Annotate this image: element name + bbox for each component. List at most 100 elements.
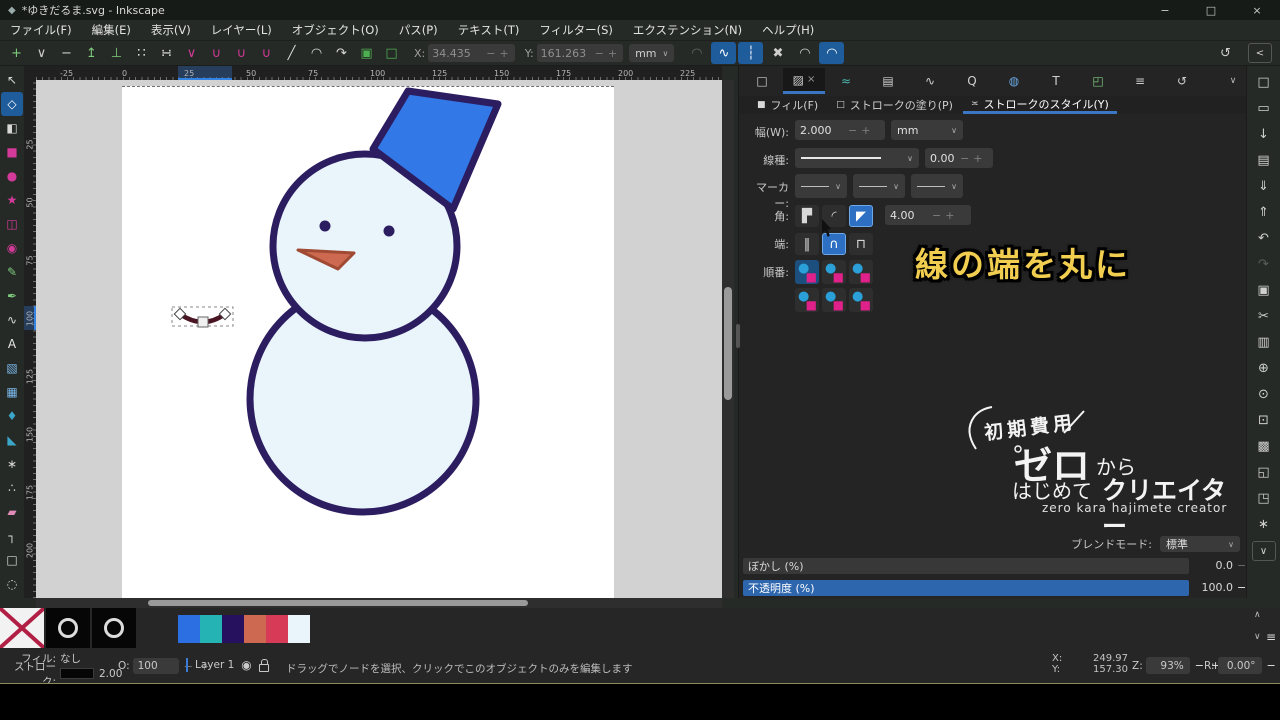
edit-clip-path-button[interactable]: ◠ bbox=[792, 42, 817, 64]
menu-item[interactable]: 表示(V) bbox=[141, 20, 201, 40]
miter-limit-field[interactable]: 4.00 − + bbox=[885, 205, 971, 225]
menu-item[interactable]: ヘルプ(H) bbox=[752, 20, 824, 40]
object-opacity-field[interactable]: 100 bbox=[132, 658, 179, 674]
node-tool[interactable]: ◇ bbox=[1, 92, 23, 116]
palette-scroll-up-icon[interactable]: ∧ bbox=[1254, 610, 1261, 620]
color-swatch[interactable] bbox=[266, 615, 288, 643]
color-swatch[interactable] bbox=[222, 615, 244, 643]
color-swatch[interactable] bbox=[178, 615, 200, 643]
save-button[interactable]: ↓ bbox=[1252, 121, 1276, 147]
paint-order-fill-markers-stroke-button[interactable]: ● ■ bbox=[795, 288, 819, 312]
tab-stroke-paint[interactable]: □ ストロークの塗り(P) bbox=[828, 96, 961, 114]
canvas-viewport[interactable] bbox=[36, 80, 722, 598]
cap-square-button[interactable]: ⊓ bbox=[849, 233, 873, 255]
delete-node-button[interactable]: ∨ bbox=[29, 42, 54, 64]
rotation-minus-button[interactable]: − bbox=[1265, 659, 1278, 672]
show-bezier-handles-button[interactable]: ∿ bbox=[711, 42, 737, 64]
cut-button[interactable]: ✂ bbox=[1252, 303, 1276, 329]
y-coordinate-field[interactable]: 161.263 − + bbox=[536, 44, 624, 62]
curve-segment-button[interactable]: ◠ bbox=[304, 42, 329, 64]
paint-order-fill-stroke-markers-button[interactable]: ● ■ bbox=[795, 260, 819, 284]
zoom-field[interactable]: 93% bbox=[1145, 657, 1190, 674]
find-replace-tab[interactable]: Q bbox=[951, 68, 993, 94]
stroke-unit-select[interactable]: mm ∨ bbox=[891, 120, 963, 140]
auto-node-button[interactable]: ∪ bbox=[254, 42, 279, 64]
stroke-to-path-button[interactable]: □ bbox=[379, 42, 404, 64]
tab-fill[interactable]: ■ フィル(F) bbox=[749, 96, 826, 114]
unset-color-swatch[interactable] bbox=[92, 608, 136, 648]
width-minus-button[interactable]: − bbox=[846, 124, 859, 137]
dash-offset-field[interactable]: 0.00 − + bbox=[925, 148, 993, 168]
horizontal-ruler[interactable]: -25 0 25 50 75 100 125 150 175 200 225 bbox=[36, 66, 722, 80]
maximize-button[interactable]: □ bbox=[1188, 0, 1234, 20]
zoom-page-button[interactable]: ⊡ bbox=[1252, 407, 1276, 433]
break-node-button[interactable]: − bbox=[54, 42, 79, 64]
layer-visibility-icon[interactable]: ◉ bbox=[241, 658, 251, 672]
pencil-tool[interactable]: ✎ bbox=[1, 260, 23, 284]
connector-tool[interactable]: ┐ bbox=[1, 524, 23, 548]
paint-bucket-tool[interactable]: ◣ bbox=[1, 428, 23, 452]
duplicate-button[interactable]: ▩ bbox=[1252, 433, 1276, 459]
path-effects-button[interactable]: ◠ bbox=[684, 42, 709, 64]
snowman-right-eye[interactable] bbox=[383, 225, 395, 237]
blend-mode-select[interactable]: 標準 ∨ bbox=[1160, 536, 1240, 552]
menu-item[interactable]: フィルター(S) bbox=[529, 20, 623, 40]
vertical-ruler[interactable]: 255075100125150175200225250 bbox=[24, 80, 36, 598]
smooth-node-button[interactable]: ∪ bbox=[204, 42, 229, 64]
color-swatch[interactable] bbox=[244, 615, 266, 643]
miter-plus-button[interactable]: + bbox=[943, 209, 956, 222]
more-commands-button[interactable]: ∨ bbox=[1251, 541, 1276, 561]
line-segment-button[interactable]: ╱ bbox=[279, 42, 304, 64]
insert-node-button[interactable]: + bbox=[4, 42, 29, 64]
vertical-scrollbar-thumb[interactable] bbox=[724, 287, 732, 400]
paste-button[interactable]: ▥ bbox=[1252, 329, 1276, 355]
delete-segment-button[interactable]: ∷ bbox=[129, 42, 154, 64]
export-button[interactable]: ⇑ bbox=[1252, 199, 1276, 225]
cap-butt-button[interactable]: ‖ bbox=[795, 233, 819, 255]
snap-options-icon[interactable]: ↺ bbox=[1213, 42, 1238, 64]
current-layer-name[interactable]: Layer 1 bbox=[195, 659, 234, 671]
snowman-left-eye[interactable] bbox=[319, 220, 331, 232]
pen-tool[interactable]: ✒ bbox=[1, 284, 23, 308]
add-corners-lpe-button[interactable]: ↷ bbox=[329, 42, 354, 64]
close-dialog-icon[interactable]: × bbox=[807, 74, 815, 85]
minimize-button[interactable]: − bbox=[1142, 0, 1188, 20]
miter-minus-button[interactable]: − bbox=[930, 209, 943, 222]
symbols-tab[interactable]: ◍ bbox=[993, 68, 1035, 94]
more-dialogs-button[interactable]: ∨ bbox=[1221, 68, 1245, 94]
document-properties-tab[interactable]: □ bbox=[741, 68, 783, 94]
break-apart-button[interactable]: ∺ bbox=[154, 42, 179, 64]
snap-toggle-button[interactable]: ∗ bbox=[1252, 511, 1276, 537]
text-tool[interactable]: A bbox=[1, 332, 23, 356]
join-nodes-button[interactable]: ↥ bbox=[79, 42, 104, 64]
horizontal-scrollbar[interactable] bbox=[36, 598, 722, 608]
zoom-drawing-button[interactable]: ⊙ bbox=[1252, 381, 1276, 407]
unlink-clone-button[interactable]: ◳ bbox=[1252, 485, 1276, 511]
x-minus-button[interactable]: − bbox=[484, 47, 497, 60]
rotation-field[interactable]: 0.00° bbox=[1217, 657, 1262, 674]
import-button[interactable]: ⇓ bbox=[1252, 173, 1276, 199]
print-button[interactable]: ▤ bbox=[1252, 147, 1276, 173]
box3d-tool[interactable]: ◫ bbox=[1, 212, 23, 236]
blur-minus-button[interactable]: − bbox=[1237, 559, 1246, 572]
menu-item[interactable]: テキスト(T) bbox=[448, 20, 530, 40]
paint-order-markers-fill-stroke-button[interactable]: ● ■ bbox=[849, 260, 873, 284]
collapse-toolbar-button[interactable]: < bbox=[1248, 43, 1272, 63]
menu-item[interactable]: オブジェクト(O) bbox=[282, 20, 389, 40]
menu-item[interactable]: レイヤー(L) bbox=[201, 20, 282, 40]
menu-item[interactable]: ファイル(F) bbox=[0, 20, 82, 40]
corner-node-button[interactable]: ∨ bbox=[179, 42, 204, 64]
eraser-tool[interactable]: ▰ bbox=[1, 500, 23, 524]
dash-pattern-select[interactable]: ∨ bbox=[795, 148, 919, 168]
spiral-tool[interactable]: ◉ bbox=[1, 236, 23, 260]
menu-item[interactable]: 編集(E) bbox=[82, 20, 141, 40]
blur-slider[interactable]: ぼかし (%) bbox=[743, 558, 1189, 574]
unset-color-swatch[interactable] bbox=[46, 608, 90, 648]
y-minus-button[interactable]: − bbox=[593, 47, 606, 60]
star-tool[interactable]: ★ bbox=[1, 188, 23, 212]
extensions-tab[interactable]: ◰ bbox=[1077, 68, 1119, 94]
edit-mask-button[interactable]: ◠ bbox=[819, 42, 845, 64]
cap-round-button[interactable]: ∩ bbox=[822, 233, 846, 255]
snowman-drawing[interactable] bbox=[122, 87, 614, 598]
dropper-tool[interactable]: ♦ bbox=[1, 404, 23, 428]
